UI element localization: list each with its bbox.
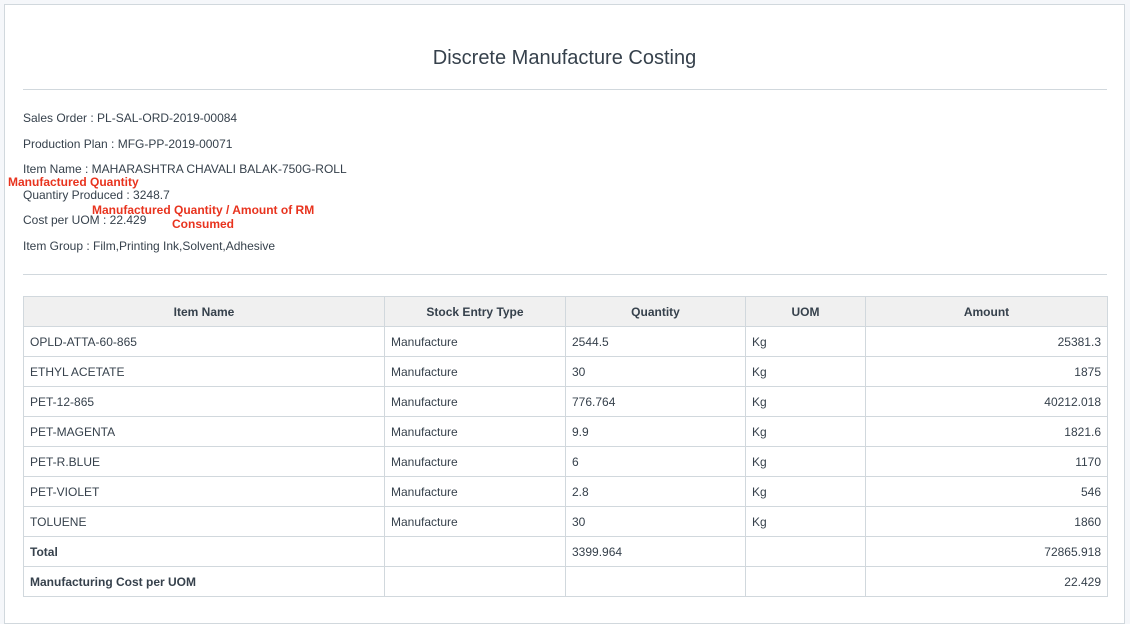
cell-stock-entry-type: Manufacture <box>384 446 566 477</box>
cell-stock-entry-type: Manufacture <box>384 356 566 387</box>
cell-item-name: PET-VIOLET <box>23 476 385 507</box>
cell-amount: 1821.6 <box>865 416 1108 447</box>
cell-amount: 1875 <box>865 356 1108 387</box>
cell-item-name: ETHYL ACETATE <box>23 356 385 387</box>
cell-quantity: 9.9 <box>565 416 746 447</box>
cell-item-name: TOLUENE <box>23 506 385 537</box>
costing-table: Item Name Stock Entry Type Quantity UOM … <box>23 296 1108 597</box>
cost-per-uom-uom <box>745 566 866 597</box>
title-divider <box>23 89 1107 90</box>
cell-uom: Kg <box>745 416 866 447</box>
cell-uom: Kg <box>745 476 866 507</box>
cell-quantity: 6 <box>565 446 746 477</box>
cell-stock-entry-type: Manufacture <box>384 326 566 357</box>
cost-formula-annotation-line2: Consumed <box>172 217 235 231</box>
report-title: Discrete Manufacture Costing <box>432 47 697 69</box>
cell-uom: Kg <box>745 326 866 357</box>
cell-item-name: PET-MAGENTA <box>23 416 385 447</box>
table-row: TOLUENE Manufacture 30 Kg 1860 <box>23 506 1108 537</box>
table-row: PET-R.BLUE Manufacture 6 Kg 1170 <box>23 446 1108 477</box>
cell-amount: 25381.3 <box>865 326 1108 357</box>
cell-uom: Kg <box>745 386 866 417</box>
col-header-amount: Amount <box>865 296 1108 327</box>
total-amount: 72865.918 <box>865 536 1108 567</box>
table-row: PET-12-865 Manufacture 776.764 Kg 40212.… <box>23 386 1108 417</box>
cost-formula-annotation-line1: Manufactured Quantity / Amount of RM <box>92 203 315 217</box>
cell-quantity: 776.764 <box>565 386 746 417</box>
item-name-field: Item Name : MAHARASHTRA CHAVALI BALAK-75… <box>23 162 347 176</box>
item-group-field: Item Group : Film,Printing Ink,Solvent,A… <box>23 239 276 253</box>
cell-stock-entry-type: Manufacture <box>384 476 566 507</box>
cell-uom: Kg <box>745 506 866 537</box>
total-uom <box>745 536 866 567</box>
cell-item-name: PET-R.BLUE <box>23 446 385 477</box>
cell-amount: 1860 <box>865 506 1108 537</box>
total-stock-entry-type <box>384 536 566 567</box>
production-plan-field: Production Plan : MFG-PP-2019-00071 <box>23 137 233 151</box>
cell-uom: Kg <box>745 356 866 387</box>
sales-order-field: Sales Order : PL-SAL-ORD-2019-00084 <box>23 111 238 125</box>
col-header-quantity: Quantity <box>565 296 746 327</box>
col-header-stock-entry-type: Stock Entry Type <box>384 296 566 327</box>
total-quantity: 3399.964 <box>565 536 746 567</box>
cell-stock-entry-type: Manufacture <box>384 416 566 447</box>
table-row: PET-MAGENTA Manufacture 9.9 Kg 1821.6 <box>23 416 1108 447</box>
col-header-item-name: Item Name <box>23 296 385 327</box>
cost-per-uom-label: Manufacturing Cost per UOM <box>23 566 385 597</box>
quantity-produced-field: Quantiry Produced : 3248.7 <box>23 188 170 202</box>
table-header-row: Item Name Stock Entry Type Quantity UOM … <box>23 296 1108 327</box>
cell-item-name: PET-12-865 <box>23 386 385 417</box>
cell-stock-entry-type: Manufacture <box>384 506 566 537</box>
table-row: ETHYL ACETATE Manufacture 30 Kg 1875 <box>23 356 1108 387</box>
cell-amount: 40212.018 <box>865 386 1108 417</box>
cell-amount: 546 <box>865 476 1108 507</box>
total-label: Total <box>23 536 385 567</box>
cell-stock-entry-type: Manufacture <box>384 386 566 417</box>
total-row: Total 3399.964 72865.918 <box>23 536 1108 567</box>
cell-uom: Kg <box>745 446 866 477</box>
table-row: PET-VIOLET Manufacture 2.8 Kg 546 <box>23 476 1108 507</box>
col-header-uom: UOM <box>745 296 866 327</box>
cell-quantity: 30 <box>565 506 746 537</box>
cell-item-name: OPLD-ATTA-60-865 <box>23 326 385 357</box>
cell-quantity: 2544.5 <box>565 326 746 357</box>
cell-amount: 1170 <box>865 446 1108 477</box>
table-row: OPLD-ATTA-60-865 Manufacture 2544.5 Kg 2… <box>23 326 1108 357</box>
report-page: Discrete Manufacture Costing Sales Order… <box>4 4 1125 624</box>
cost-per-uom-stock-entry-type <box>384 566 566 597</box>
cell-quantity: 2.8 <box>565 476 746 507</box>
cost-per-uom-quantity <box>565 566 746 597</box>
manufactured-quantity-annotation: Manufactured Quantity <box>8 175 139 189</box>
info-divider <box>23 274 1107 275</box>
cost-per-uom-amount: 22.429 <box>865 566 1108 597</box>
cost-per-uom-row: Manufacturing Cost per UOM 22.429 <box>23 566 1108 597</box>
cell-quantity: 30 <box>565 356 746 387</box>
